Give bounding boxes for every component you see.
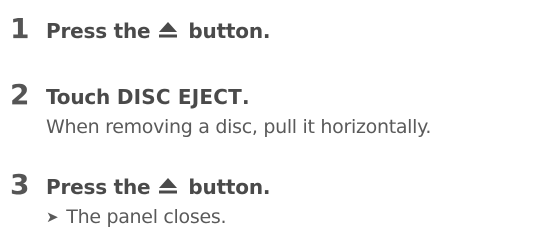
- step-3-result: ➤ The panel closes.: [46, 206, 227, 228]
- step-text-before: Press the: [46, 19, 151, 43]
- step-number: 3: [10, 168, 30, 201]
- step-instruction: Press the button.: [46, 19, 270, 43]
- disc-eject-label: DISC EJECT: [116, 85, 243, 109]
- step-1: 1 Press the button.: [10, 12, 270, 45]
- step-3: 3 Press the button.: [10, 168, 270, 201]
- eject-icon: [158, 178, 178, 195]
- step-instruction: Touch DISC EJECT.: [46, 85, 250, 109]
- step-text-after: .: [242, 85, 250, 109]
- step-text-before: Touch: [46, 85, 111, 109]
- step-text-after: button.: [188, 19, 271, 43]
- step-number: 2: [10, 78, 30, 111]
- step-text-after: button.: [188, 175, 271, 199]
- step-instruction: Press the button.: [46, 175, 270, 199]
- step-2-note: When removing a disc, pull it horizontal…: [46, 116, 432, 138]
- eject-icon: [158, 22, 178, 39]
- step-number: 1: [10, 12, 30, 45]
- result-arrow-icon: ➤: [46, 208, 59, 226]
- step-2: 2 Touch DISC EJECT.: [10, 78, 250, 111]
- step-text-before: Press the: [46, 175, 151, 199]
- result-text: The panel closes.: [66, 206, 227, 228]
- instruction-page: 1 Press the button. 2 Touch DISC EJECT. W…: [0, 0, 549, 242]
